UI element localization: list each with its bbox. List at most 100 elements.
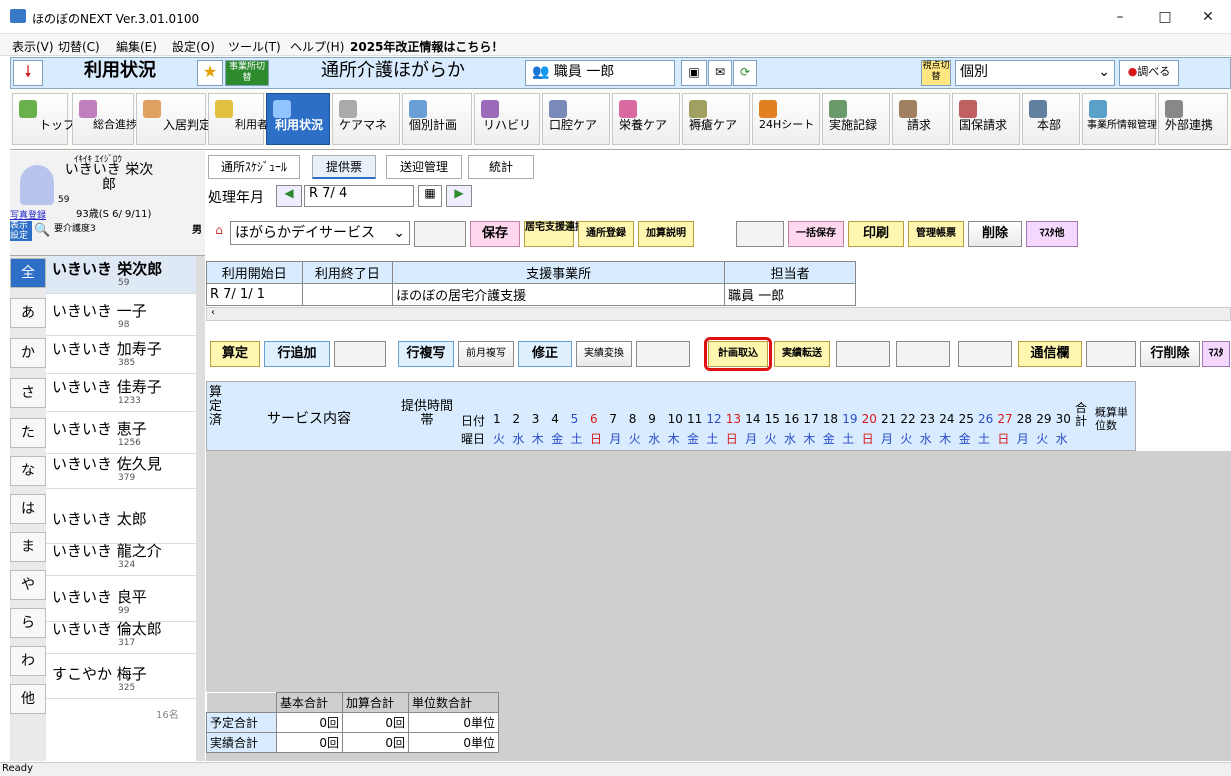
close-button[interactable]: ✕ <box>1188 4 1228 30</box>
menu-edit[interactable]: 編集(E) <box>116 38 157 55</box>
tab-transport[interactable]: 送迎管理 <box>386 155 462 179</box>
save-button[interactable]: 保存 <box>470 221 520 247</box>
office-switch-button[interactable]: 事業所切替 <box>225 60 269 86</box>
viewpoint-switch-button[interactable]: 視点切替 <box>921 60 951 86</box>
blank-button[interactable] <box>958 341 1012 367</box>
calculate-button[interactable]: 算定 <box>210 341 260 367</box>
list-item[interactable]: いきいき 佳寿子 1233 <box>46 374 196 412</box>
menu-revision-info[interactable]: 2025年改正情報はこちら！ <box>350 38 503 55</box>
toolbar-usage[interactable]: 利用状況 <box>266 93 330 145</box>
toolbar-pressure-care[interactable]: 褥瘡ケア <box>682 93 750 145</box>
blank-button[interactable] <box>836 341 890 367</box>
toolbar-user-mgmt[interactable]: 利用者管理 <box>208 93 290 145</box>
kana-wa[interactable]: わ <box>10 646 46 676</box>
menu-settings[interactable]: 設定(O) <box>172 38 215 55</box>
convert-actual-button[interactable]: 実績変換 <box>576 341 632 367</box>
toolbar-office-info[interactable]: 事業所情報管理 <box>1082 93 1157 145</box>
toolbar-progress[interactable]: 総合進捗管理 <box>72 93 159 145</box>
edit-button[interactable]: 修正 <box>518 341 572 367</box>
kana-ha[interactable]: は <box>10 494 46 524</box>
view-select[interactable]: 個別 ⌄ <box>955 60 1115 86</box>
tab-statistics[interactable]: 統計 <box>468 155 534 179</box>
kana-ya[interactable]: や <box>10 570 46 600</box>
list-item[interactable]: いきいき 恵子 1256 <box>46 416 196 454</box>
copy-row-button[interactable]: 行複写 <box>398 341 454 367</box>
copy-prev-month-button[interactable]: 前月複写 <box>458 341 514 367</box>
master-other-button[interactable]: ﾏｽﾀ他 <box>1026 221 1078 247</box>
next-month-button[interactable]: ▶ <box>446 185 472 207</box>
toolbar-nhi-billing[interactable]: 国保請求 <box>952 93 1020 145</box>
toolbar-nutrition[interactable]: 栄養ケア <box>612 93 680 145</box>
toolbar-top[interactable]: トップ <box>12 93 75 145</box>
addition-info-button[interactable]: 加算説明 <box>638 221 694 247</box>
kana-other[interactable]: 他 <box>10 684 46 714</box>
management-report-button[interactable]: 管理帳票 <box>908 221 964 247</box>
kana-ma[interactable]: ま <box>10 532 46 562</box>
horizontal-scrollbar[interactable]: ‹ <box>206 307 1231 321</box>
help-button[interactable]: ●調べる <box>1119 60 1179 86</box>
menu-help[interactable]: ヘルプ(H) <box>290 38 344 55</box>
camera-icon[interactable]: ▣ <box>681 60 707 86</box>
mail-icon[interactable]: ✉ <box>708 60 732 86</box>
maximize-button[interactable]: □ <box>1145 4 1185 30</box>
blank-button[interactable] <box>334 341 386 367</box>
home-care-link-button[interactable]: 居宅支援連携 <box>524 221 585 247</box>
list-item[interactable]: いきいき 一子 98 <box>46 298 196 336</box>
kana-all[interactable]: 全 <box>10 258 46 288</box>
menu-tools[interactable]: ツール(T) <box>228 38 281 55</box>
blank-button[interactable] <box>414 221 466 247</box>
transfer-actual-button[interactable]: 実績転送 <box>774 341 830 367</box>
tab-schedule[interactable]: 通所ｽｹｼﾞｭｰﾙ <box>208 155 300 179</box>
blank-button[interactable] <box>1086 341 1136 367</box>
toolbar-external-link[interactable]: 外部連携 <box>1158 93 1228 145</box>
kana-na[interactable]: な <box>10 456 46 486</box>
import-plan-button[interactable]: 計画取込 <box>708 341 768 367</box>
list-item[interactable]: いきいき 栄次郎 59 <box>46 256 196 294</box>
refresh-icon[interactable]: ⟳ <box>733 60 757 86</box>
tab-provision-sheet[interactable]: 提供票 <box>312 155 376 179</box>
list-item[interactable]: すこやか 梅子 325 <box>46 661 196 699</box>
kana-ra[interactable]: ら <box>10 608 46 638</box>
period-input[interactable]: R 7/ 4 <box>304 185 414 207</box>
patient-list-scrollbar[interactable] <box>196 256 205 761</box>
home-icon[interactable]: ⌂ <box>208 223 230 245</box>
list-item[interactable]: いきいき 龍之介 324 <box>46 538 196 576</box>
kana-a[interactable]: あ <box>10 298 46 328</box>
calendar-button[interactable]: ▦ <box>418 185 442 207</box>
blank-button[interactable] <box>636 341 690 367</box>
toolbar-billing[interactable]: 請求 <box>892 93 950 145</box>
toolbar-admission[interactable]: 入居判定 <box>136 93 211 145</box>
photo-register-link[interactable]: 写真登録 <box>10 208 46 221</box>
menu-switch[interactable]: 切替(C) <box>58 38 100 55</box>
toolbar-headquarters[interactable]: 本部 <box>1022 93 1080 145</box>
message-button[interactable]: 通信欄 <box>1018 341 1082 367</box>
toolbar-rehab[interactable]: リハビリ <box>474 93 540 145</box>
add-row-button[interactable]: 行追加 <box>264 341 330 367</box>
day-register-button[interactable]: 通所登録 <box>578 221 634 247</box>
arrow-down-icon[interactable]: 🠗 <box>13 60 43 86</box>
star-icon[interactable]: ★ <box>197 60 223 86</box>
list-item[interactable]: いきいき 佐久見 379 <box>46 451 196 489</box>
table-row[interactable]: R 7/ 1/ 1 ほのぼの居宅介護支援 職員 一郎 <box>206 283 856 306</box>
bulk-save-button[interactable]: 一括保存 <box>788 221 844 247</box>
kana-ka[interactable]: か <box>10 338 46 368</box>
delete-button[interactable]: 削除 <box>968 221 1022 247</box>
menu-view[interactable]: 表示(V) <box>12 38 54 55</box>
display-settings-button[interactable]: 表示設定 <box>10 221 32 241</box>
master-button[interactable]: ﾏｽﾀ <box>1202 341 1230 367</box>
toolbar-24h-sheet[interactable]: 24Hシート <box>752 93 820 145</box>
kana-ta[interactable]: た <box>10 418 46 448</box>
kana-sa[interactable]: さ <box>10 378 46 408</box>
prev-month-button[interactable]: ◀ <box>276 185 302 207</box>
toolbar-caremanager[interactable]: ケアマネ <box>332 93 400 145</box>
blank-button[interactable] <box>896 341 950 367</box>
search-icon[interactable]: 🔍 <box>34 223 54 243</box>
toolbar-individual-plan[interactable]: 個別計画 <box>402 93 472 145</box>
service-select[interactable]: ほがらかデイサービス ⌄ <box>230 221 410 245</box>
list-item[interactable]: いきいき 倫太郎 317 <box>46 616 196 654</box>
print-button[interactable]: 印刷 <box>848 221 904 247</box>
toolbar-records[interactable]: 実施記録 <box>822 93 890 145</box>
list-item[interactable]: いきいき 加寿子 385 <box>46 336 196 374</box>
delete-row-button[interactable]: 行削除 <box>1140 341 1200 367</box>
minimize-button[interactable]: – <box>1100 4 1140 30</box>
